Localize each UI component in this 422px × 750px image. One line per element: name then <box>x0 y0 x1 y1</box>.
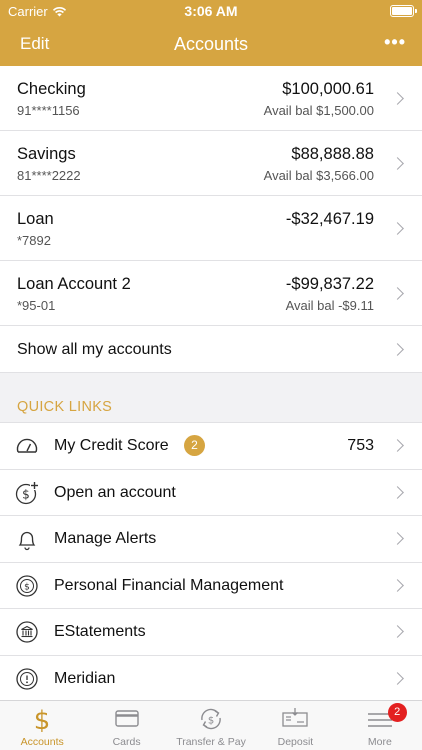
tab-label: Accounts <box>20 736 64 748</box>
account-name: Checking <box>17 80 86 98</box>
dollar-icon: $ <box>34 706 51 732</box>
chevron-right-icon <box>391 222 404 235</box>
svg-text:$: $ <box>208 716 214 727</box>
quick-link-label: EStatements <box>54 623 146 640</box>
chevron-right-icon <box>391 92 404 105</box>
available-balance: Avail bal $1,500.00 <box>263 103 374 118</box>
tab-more[interactable]: 2 More <box>338 701 422 750</box>
account-balance: -$32,467.19 <box>285 210 374 228</box>
quick-link-credit-score[interactable]: My Credit Score 2 753 <box>0 423 422 470</box>
tab-cards[interactable]: Cards <box>84 701 168 750</box>
chevron-right-icon <box>391 625 404 638</box>
quick-link-label: Open an account <box>54 483 176 501</box>
quick-link-label: Manage Alerts <box>54 530 157 547</box>
account-row-savings[interactable]: Savings 81****2222 $88,888.88 Avail bal … <box>0 131 422 196</box>
chevron-right-icon <box>391 485 404 499</box>
chevron-right-icon <box>391 532 404 545</box>
account-balance: -$99,837.22 <box>285 275 374 293</box>
battery-icon <box>390 5 417 17</box>
tab-label: Cards <box>112 736 141 748</box>
dollar-plus-icon: $ <box>15 480 39 504</box>
account-row-loan[interactable]: Loan *7892 -$32,467.19 <box>0 196 422 261</box>
available-balance: Avail bal -$9.11 <box>285 298 374 313</box>
svg-text:$: $ <box>22 487 30 501</box>
chevron-right-icon <box>391 671 404 685</box>
chevron-right-icon <box>391 287 404 300</box>
quick-link-manage-alerts[interactable]: Manage Alerts <box>0 516 422 563</box>
page-title: Accounts <box>173 34 249 54</box>
more-options-button[interactable]: ••• <box>384 32 406 53</box>
status-time: 3:06 AM <box>184 3 238 19</box>
show-all-label: Show all my accounts <box>17 341 172 358</box>
tab-label: Transfer & Pay <box>176 736 246 748</box>
available-balance: Avail bal $3,566.00 <box>263 168 374 183</box>
chevron-right-icon <box>391 157 404 170</box>
quick-links-heading: QUICK LINKS <box>17 399 113 415</box>
account-number: 91****1156 <box>17 103 80 118</box>
credit-score-value: 753 <box>347 437 374 454</box>
svg-text:$: $ <box>24 582 30 592</box>
tab-bar: $ Accounts Cards $ Transfer & Pay Deposi… <box>0 700 422 750</box>
account-row-loan-account-2[interactable]: Loan Account 2 *95-01 -$99,837.22 Avail … <box>0 261 422 326</box>
bank-icon <box>16 621 38 643</box>
account-number: 81****2222 <box>17 168 81 183</box>
chevron-right-icon <box>391 578 404 592</box>
quick-link-label: My Credit Score <box>54 437 169 454</box>
dollar-circle-icon: $ <box>16 574 38 597</box>
check-deposit-icon <box>282 708 309 727</box>
account-number: *7892 <box>17 233 51 248</box>
quick-links-list: My Credit Score 2 753 $ Open an account … <box>0 423 422 700</box>
bell-icon <box>18 531 36 551</box>
quick-link-pfm[interactable]: $ Personal Financial Management <box>0 563 422 609</box>
transfer-icon: $ <box>201 708 221 730</box>
account-number: *95-01 <box>17 298 56 313</box>
quick-link-open-account[interactable]: $ Open an account <box>0 470 422 516</box>
main-content: Checking 91****1156 $100,000.61 Avail ba… <box>0 66 422 700</box>
info-circle-icon <box>16 667 38 690</box>
quick-link-meridian[interactable]: Meridian <box>0 656 422 701</box>
tab-transfer-pay[interactable]: $ Transfer & Pay <box>169 701 253 750</box>
account-name: Loan <box>17 210 54 228</box>
account-balance: $100,000.61 <box>282 80 374 98</box>
card-icon <box>114 710 139 727</box>
account-row-checking[interactable]: Checking 91****1156 $100,000.61 Avail ba… <box>0 66 422 131</box>
quick-link-label: Personal Financial Management <box>54 576 284 594</box>
quick-links-header: QUICK LINKS <box>0 373 422 423</box>
credit-score-badge: 2 <box>184 435 205 456</box>
account-balance: $88,888.88 <box>291 145 374 163</box>
top-bar: Carrier 3:06 AM Edit Accounts ••• <box>0 0 422 66</box>
status-bar: Carrier 3:06 AM <box>0 0 422 22</box>
tab-label: Deposit <box>277 736 314 748</box>
show-all-accounts-row[interactable]: Show all my accounts <box>0 326 422 373</box>
account-name: Savings <box>17 145 76 163</box>
tab-label: More <box>367 736 392 748</box>
quick-link-label: Meridian <box>54 669 116 687</box>
svg-text:$: $ <box>34 706 51 732</box>
quick-link-estatements[interactable]: EStatements <box>0 609 422 656</box>
gauge-icon <box>16 438 38 453</box>
tab-accounts[interactable]: $ Accounts <box>0 701 84 750</box>
tab-deposit[interactable]: Deposit <box>253 701 337 750</box>
more-badge: 2 <box>387 703 407 722</box>
account-name: Loan Account 2 <box>17 275 131 293</box>
accounts-list: Checking 91****1156 $100,000.61 Avail ba… <box>0 66 422 373</box>
chevron-right-icon <box>391 343 404 356</box>
chevron-right-icon <box>391 439 404 452</box>
